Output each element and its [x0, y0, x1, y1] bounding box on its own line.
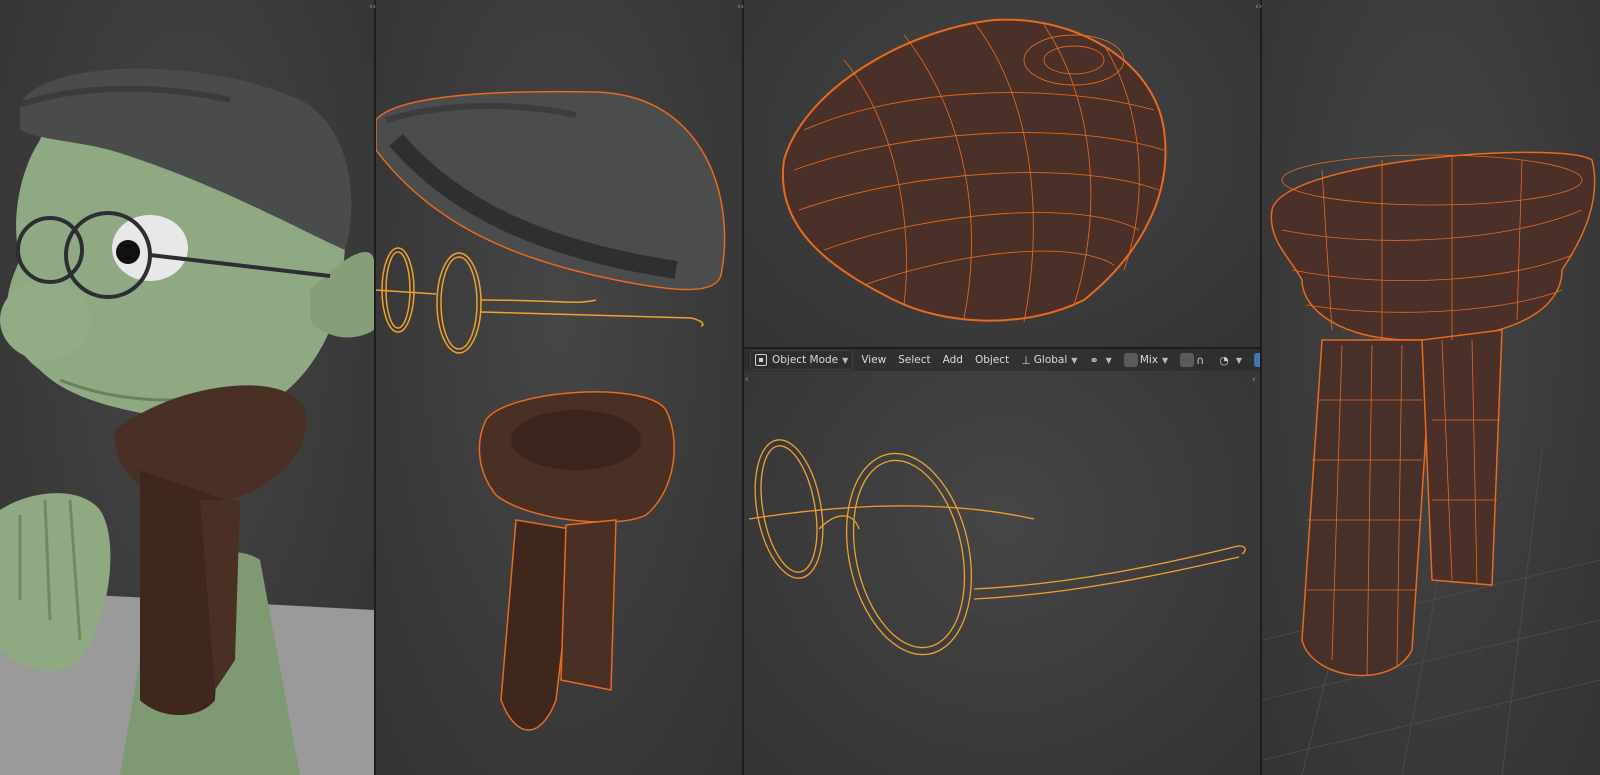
cap-wireframe	[781, 18, 1167, 323]
proportional-edit[interactable]: ∩	[1176, 351, 1211, 369]
overlay-toggle[interactable]	[1250, 351, 1260, 369]
menu-select[interactable]: Select	[894, 351, 934, 369]
viewport-header: Object Mode ▼ View Select Add Object ⊥ G…	[744, 349, 1260, 371]
viewport-objects[interactable]	[376, 0, 742, 775]
orientation-label: Global	[1033, 354, 1068, 366]
menu-select-label: Select	[898, 354, 931, 366]
object-mode-icon	[755, 354, 767, 366]
menu-view[interactable]: View	[857, 351, 890, 369]
viewport-character[interactable]	[0, 0, 374, 775]
snap-target-label: Mix	[1139, 354, 1159, 366]
viewport-cap-wireframe[interactable]	[744, 0, 1260, 349]
pivot-point[interactable]: ⚭ ▼	[1085, 351, 1115, 369]
menu-add-label: Add	[942, 354, 963, 366]
viewport-glasses-wireframe[interactable]: Object Mode ▼ View Select Add Object ⊥ G…	[744, 349, 1260, 775]
chevron-down-icon: ▼	[1071, 355, 1078, 365]
chevron-down-icon: ▼	[842, 355, 849, 365]
transform-orientation[interactable]: ⊥ Global ▼	[1017, 351, 1081, 369]
menu-add[interactable]: Add	[939, 351, 967, 369]
chevron-down-icon: ▼	[1162, 355, 1169, 365]
glasses-wireframe	[748, 439, 1246, 656]
falloff-icon: ∩	[1196, 353, 1205, 367]
menu-view-label: View	[861, 354, 887, 366]
mode-label: Object Mode	[772, 354, 839, 366]
gizmo-icon: ◔	[1219, 353, 1229, 367]
area-corner-right-icon[interactable]: ‹	[1252, 375, 1256, 385]
menu-object-label: Object	[974, 354, 1010, 366]
snap-icon	[1123, 353, 1138, 367]
gizmo-toggle[interactable]: ◔ ▼	[1215, 351, 1246, 369]
chevron-down-icon: ▼	[1105, 355, 1112, 365]
link-icon: ⚭	[1089, 353, 1099, 367]
scarf-wireframe	[1262, 151, 1600, 775]
proportional-edit-icon	[1180, 353, 1195, 367]
menu-object[interactable]: Object	[971, 351, 1013, 369]
snap-toggle[interactable]: Mix ▼	[1120, 351, 1172, 369]
character-render	[0, 68, 374, 775]
area-corner-left-icon[interactable]: ‹	[745, 375, 749, 385]
transform-orientation-icon: ⊥	[1021, 353, 1031, 367]
viewport-scarf-wireframe[interactable]	[1262, 0, 1600, 775]
mode-selector[interactable]: Object Mode ▼	[750, 350, 854, 370]
chevron-down-icon: ▼	[1235, 355, 1242, 365]
objects-render	[376, 90, 726, 731]
